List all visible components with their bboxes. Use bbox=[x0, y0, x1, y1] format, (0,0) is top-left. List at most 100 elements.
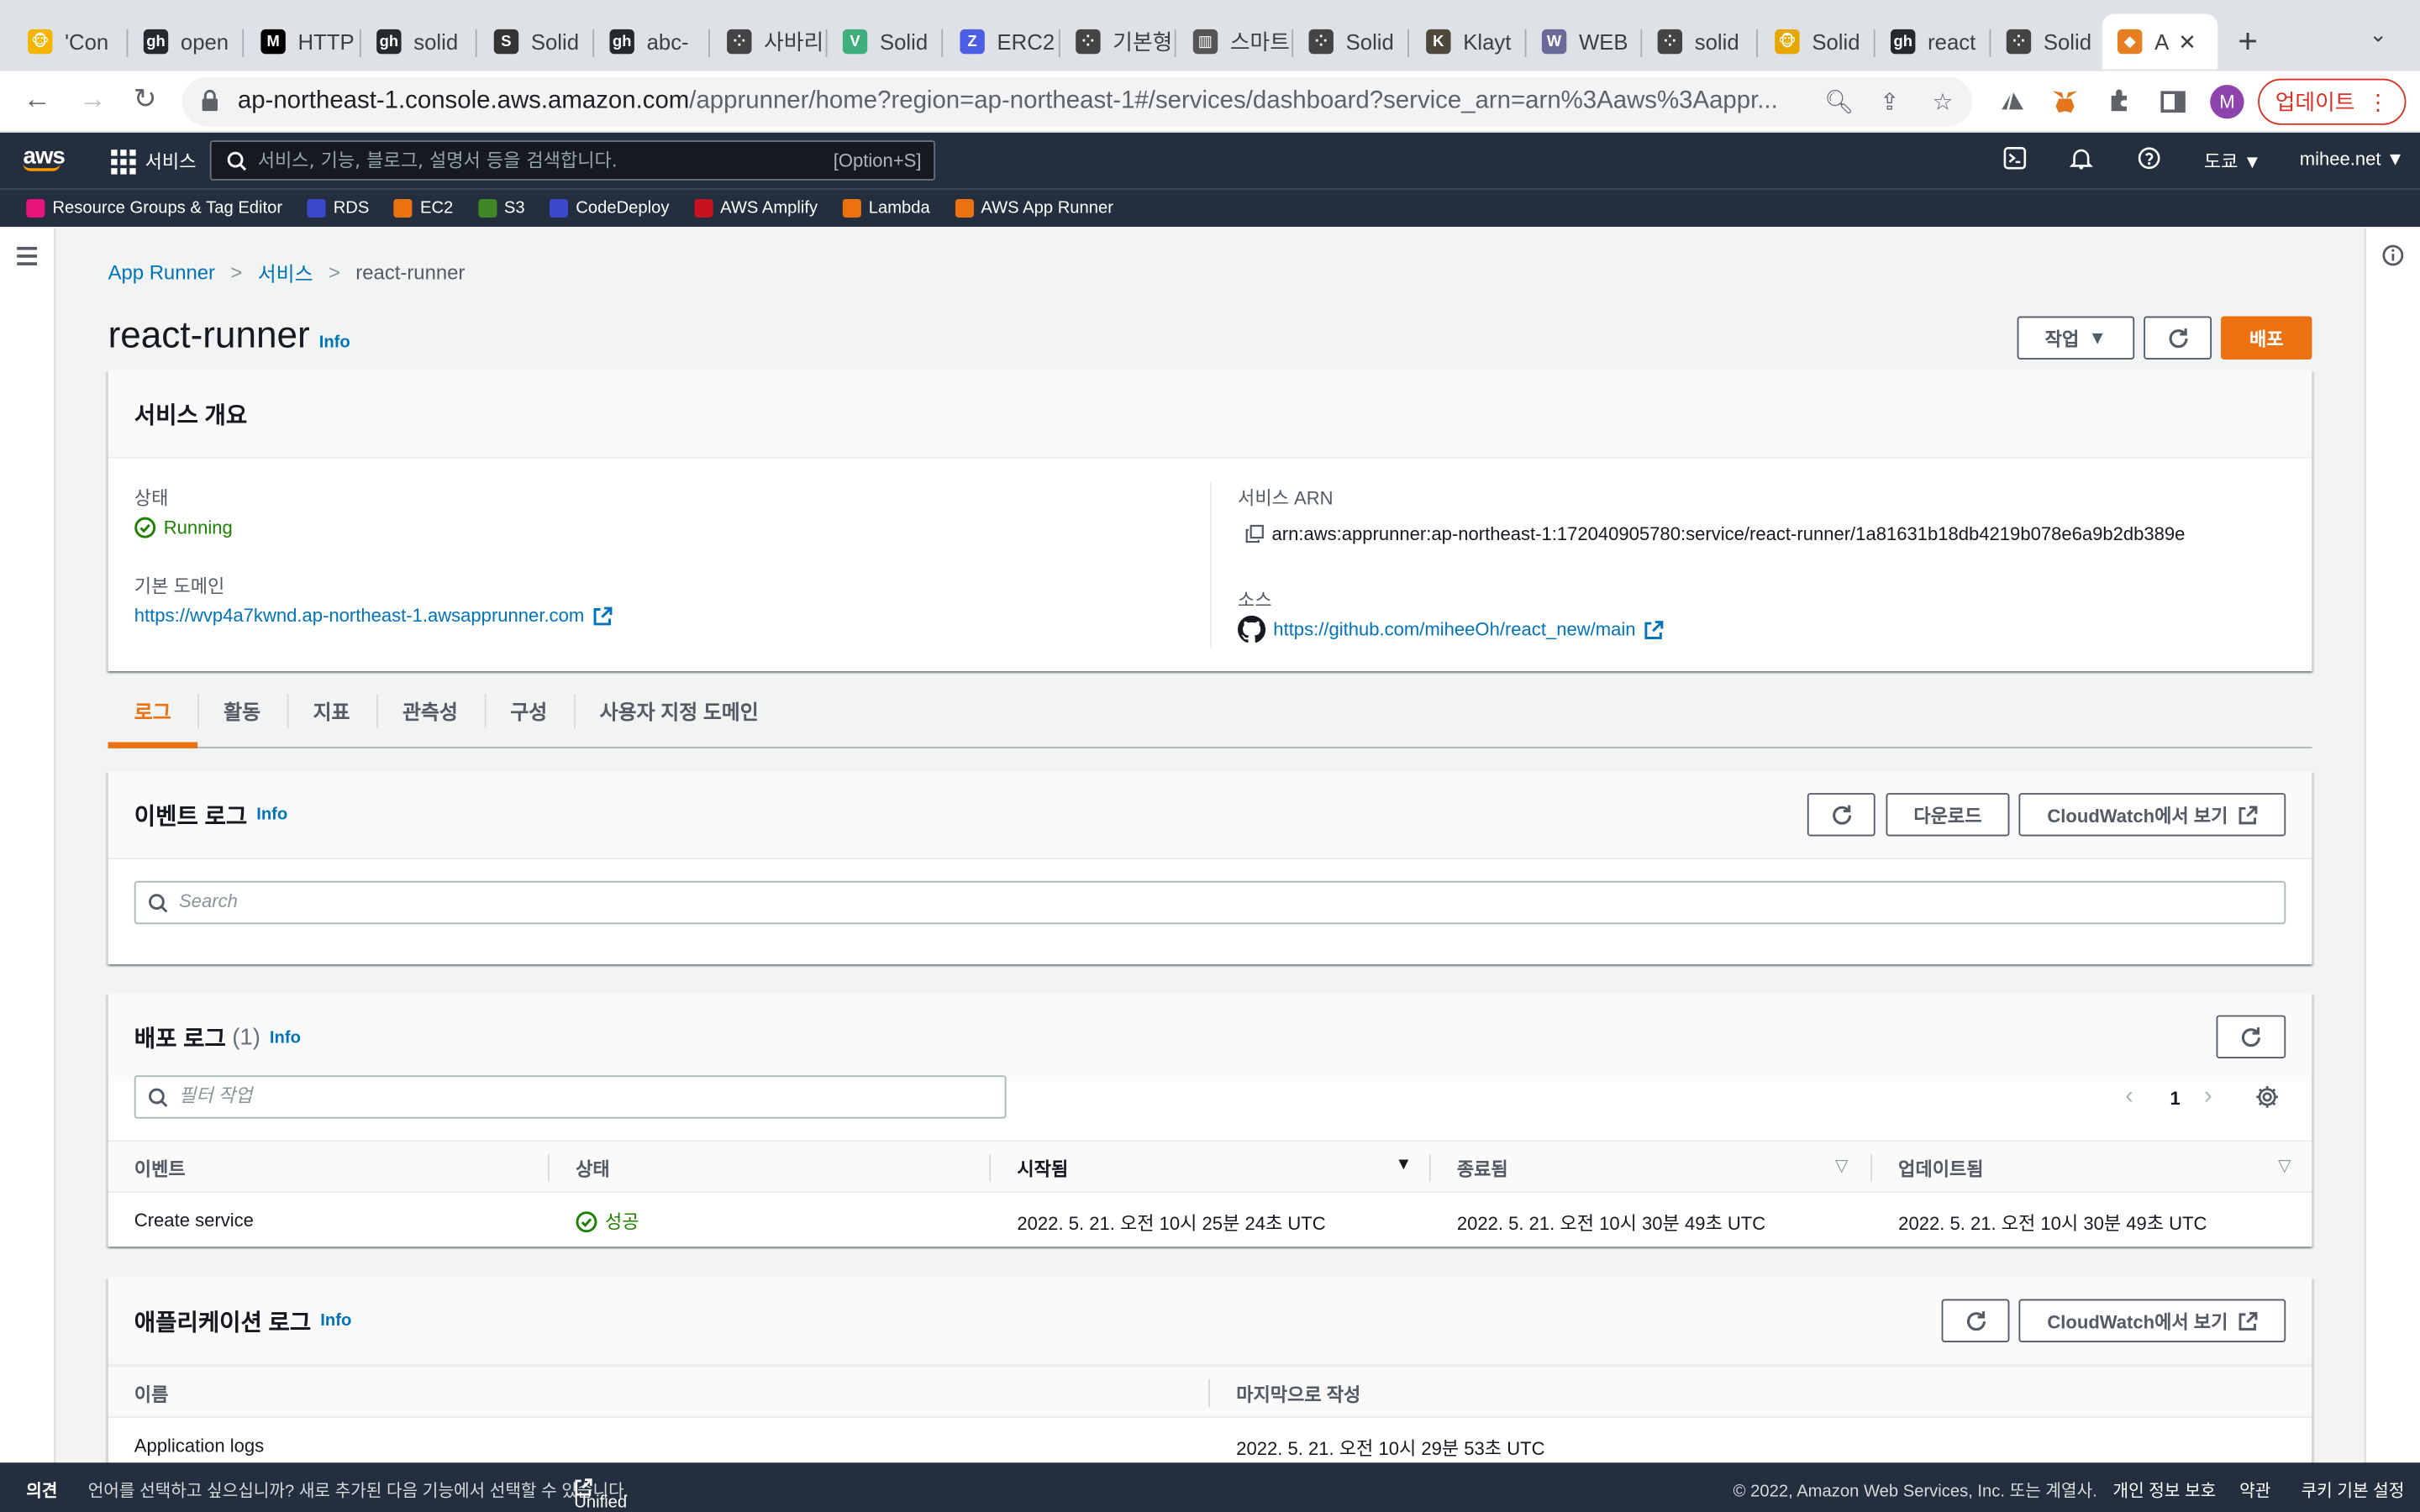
favorite-item[interactable]: RDS bbox=[307, 198, 369, 218]
services-menu-button[interactable]: 서비스 bbox=[111, 148, 196, 174]
address-bar[interactable]: ap-northeast-1.console.aws.amazon.com/ap… bbox=[182, 76, 1973, 127]
browser-tab[interactable]: gh react bbox=[1876, 14, 1991, 70]
tab-1[interactable]: 활동 bbox=[197, 679, 287, 740]
actions-dropdown-button[interactable]: 작업 ▼ bbox=[2017, 316, 2135, 360]
sort-icon[interactable]: ▽ bbox=[2278, 1156, 2291, 1176]
new-tab-button[interactable]: + bbox=[2238, 22, 2258, 62]
refresh-button[interactable] bbox=[2216, 1015, 2286, 1059]
next-page-chevron-icon[interactable]: › bbox=[2204, 1083, 2212, 1110]
tab-0[interactable]: 로그 bbox=[108, 679, 197, 748]
favorite-item[interactable]: AWS Amplify bbox=[693, 198, 818, 218]
extensions-puzzle-icon[interactable] bbox=[2105, 87, 2136, 118]
close-tab-icon[interactable]: ✕ bbox=[2178, 29, 2196, 55]
favorite-item[interactable]: S3 bbox=[477, 198, 525, 218]
browser-tab[interactable]: M HTTP bbox=[245, 14, 361, 70]
favorite-item[interactable]: AWS App Runner bbox=[955, 198, 1113, 218]
download-button[interactable]: 다운로드 bbox=[1886, 793, 2010, 837]
back-arrow-icon[interactable]: ← bbox=[18, 83, 55, 116]
view-in-cloudwatch-button[interactable]: CloudWatch에서 보기 bbox=[2018, 793, 2286, 837]
browser-tab[interactable]: ◆ A ✕ bbox=[2102, 13, 2218, 70]
column-header-updated[interactable]: 업데이트됨 bbox=[1898, 1156, 1983, 1182]
previous-page-chevron-icon[interactable]: ‹ bbox=[2125, 1083, 2133, 1110]
deploy-log-filter[interactable] bbox=[134, 1075, 1007, 1119]
bookmark-star-icon[interactable]: ☆ bbox=[1933, 88, 1954, 116]
privacy-link[interactable]: 개인 정보 보호 bbox=[2112, 1478, 2216, 1503]
browser-tab[interactable]: 🐵 Solid bbox=[1760, 14, 1876, 70]
info-link[interactable]: Info bbox=[256, 806, 287, 824]
forward-arrow-icon[interactable]: → bbox=[74, 83, 111, 116]
info-link[interactable]: Info bbox=[319, 333, 350, 352]
notifications-bell-icon[interactable] bbox=[2069, 146, 2093, 174]
default-domain-link[interactable]: https://wvp4a7kwnd.ap-northeast-1.awsapp… bbox=[134, 605, 612, 627]
browser-tab[interactable]: ⁘ Solid bbox=[1991, 14, 2107, 70]
browser-tab[interactable]: S Solid bbox=[478, 14, 595, 70]
hamburger-menu-icon[interactable] bbox=[17, 246, 38, 270]
breadcrumb-app-runner[interactable]: App Runner bbox=[108, 260, 215, 284]
refresh-button[interactable] bbox=[1941, 1299, 2010, 1342]
help-icon[interactable] bbox=[2138, 146, 2161, 174]
browser-tab[interactable]: ⁘ Solid bbox=[1293, 14, 1409, 70]
info-link[interactable]: Info bbox=[320, 1311, 351, 1330]
browser-tab[interactable]: ⁘ 사바리 bbox=[712, 14, 828, 70]
info-circle-icon[interactable] bbox=[2381, 244, 2405, 267]
column-header-started[interactable]: 시작됨 bbox=[1017, 1156, 1068, 1182]
browser-tab[interactable]: K Klayt bbox=[1411, 14, 1527, 70]
refresh-button[interactable] bbox=[1807, 793, 1876, 837]
favorite-item[interactable]: CodeDeploy bbox=[550, 198, 669, 218]
tab-5[interactable]: 사용자 지정 도메인 bbox=[573, 679, 784, 740]
event-log-search[interactable] bbox=[134, 880, 2286, 925]
browser-tab[interactable]: ⁘ 기본형 bbox=[1060, 14, 1176, 70]
browser-tab[interactable]: V Solid bbox=[827, 14, 944, 70]
breadcrumb-services[interactable]: 서비스 bbox=[258, 258, 313, 287]
cookie-preferences-link[interactable]: 쿠키 기본 설정 bbox=[2302, 1478, 2405, 1503]
event-link[interactable]: Create service bbox=[134, 1210, 254, 1231]
application-logs-link[interactable]: Application logs bbox=[134, 1435, 264, 1457]
aws-search-bar[interactable]: [Option+S] bbox=[209, 140, 936, 181]
region-selector[interactable]: 도쿄 ▼ bbox=[2204, 148, 2262, 174]
browser-tab[interactable]: Z ERC2 bbox=[944, 14, 1060, 70]
sort-descending-icon[interactable]: ▼ bbox=[1395, 1156, 1412, 1174]
info-link[interactable]: Info bbox=[270, 1028, 301, 1047]
reload-icon[interactable]: ↻ bbox=[127, 83, 164, 116]
zoom-icon[interactable]: 🔍︎ bbox=[1824, 88, 1854, 116]
tab-search-chevron-icon[interactable]: ⌄ bbox=[2369, 22, 2387, 48]
profile-avatar[interactable]: M bbox=[2210, 85, 2244, 119]
tab-4[interactable]: 구성 bbox=[484, 679, 573, 740]
share-icon[interactable]: ⇪ bbox=[1880, 88, 1899, 116]
feedback-link[interactable]: 의견 bbox=[26, 1478, 57, 1503]
sort-icon[interactable]: ▽ bbox=[1835, 1156, 1849, 1176]
event-log-search-input[interactable] bbox=[179, 890, 2113, 912]
browser-tab[interactable]: W WEB bbox=[1527, 14, 1643, 70]
tab-3[interactable]: 관측성 bbox=[376, 679, 484, 740]
browser-tab[interactable]: ▥ 스마트 bbox=[1177, 14, 1294, 70]
browser-tab[interactable]: 🐵 'Con bbox=[13, 14, 129, 70]
column-header-event[interactable]: 이벤트 bbox=[134, 1156, 186, 1182]
copy-icon[interactable] bbox=[1245, 524, 1264, 543]
metamask-fox-icon[interactable] bbox=[2049, 87, 2081, 118]
extension-wallet-icon[interactable] bbox=[1997, 87, 2028, 118]
column-header-ended[interactable]: 종료됨 bbox=[1457, 1156, 1508, 1182]
favorite-item[interactable]: EC2 bbox=[393, 198, 453, 218]
cloudshell-icon[interactable] bbox=[2003, 146, 2027, 174]
settings-gear-icon[interactable] bbox=[2254, 1084, 2279, 1109]
browser-tab[interactable]: ⁘ solid bbox=[1642, 14, 1759, 70]
deploy-button[interactable]: 배포 bbox=[2221, 316, 2312, 360]
browser-update-button[interactable]: 업데이트 ⋮ bbox=[2258, 78, 2407, 125]
deploy-log-filter-input[interactable] bbox=[179, 1084, 961, 1106]
browser-tab[interactable]: gh abc- bbox=[594, 14, 710, 70]
source-repo-link[interactable]: https://github.com/miheeOh/react_new/mai… bbox=[1273, 619, 1635, 641]
aws-logo[interactable]: aws bbox=[23, 144, 66, 171]
view-in-cloudwatch-button[interactable]: CloudWatch에서 보기 bbox=[2018, 1299, 2286, 1342]
account-menu[interactable]: mihee.net ▼ bbox=[2300, 148, 2405, 170]
page-number[interactable]: 1 bbox=[2170, 1088, 2180, 1110]
column-header-status[interactable]: 상태 bbox=[576, 1156, 610, 1182]
favorite-item[interactable]: Lambda bbox=[842, 198, 930, 218]
side-panel-icon[interactable] bbox=[2158, 87, 2189, 118]
refresh-button[interactable] bbox=[2144, 316, 2212, 360]
unified-settings-link[interactable]: Unified Settings bbox=[574, 1478, 627, 1512]
aws-search-input[interactable] bbox=[257, 146, 813, 175]
favorite-item[interactable]: Resource Groups & Tag Editor bbox=[26, 198, 282, 218]
browser-tab[interactable]: gh solid bbox=[361, 14, 477, 70]
tab-2[interactable]: 지표 bbox=[287, 679, 376, 740]
terms-link[interactable]: 약관 bbox=[2239, 1478, 2270, 1503]
